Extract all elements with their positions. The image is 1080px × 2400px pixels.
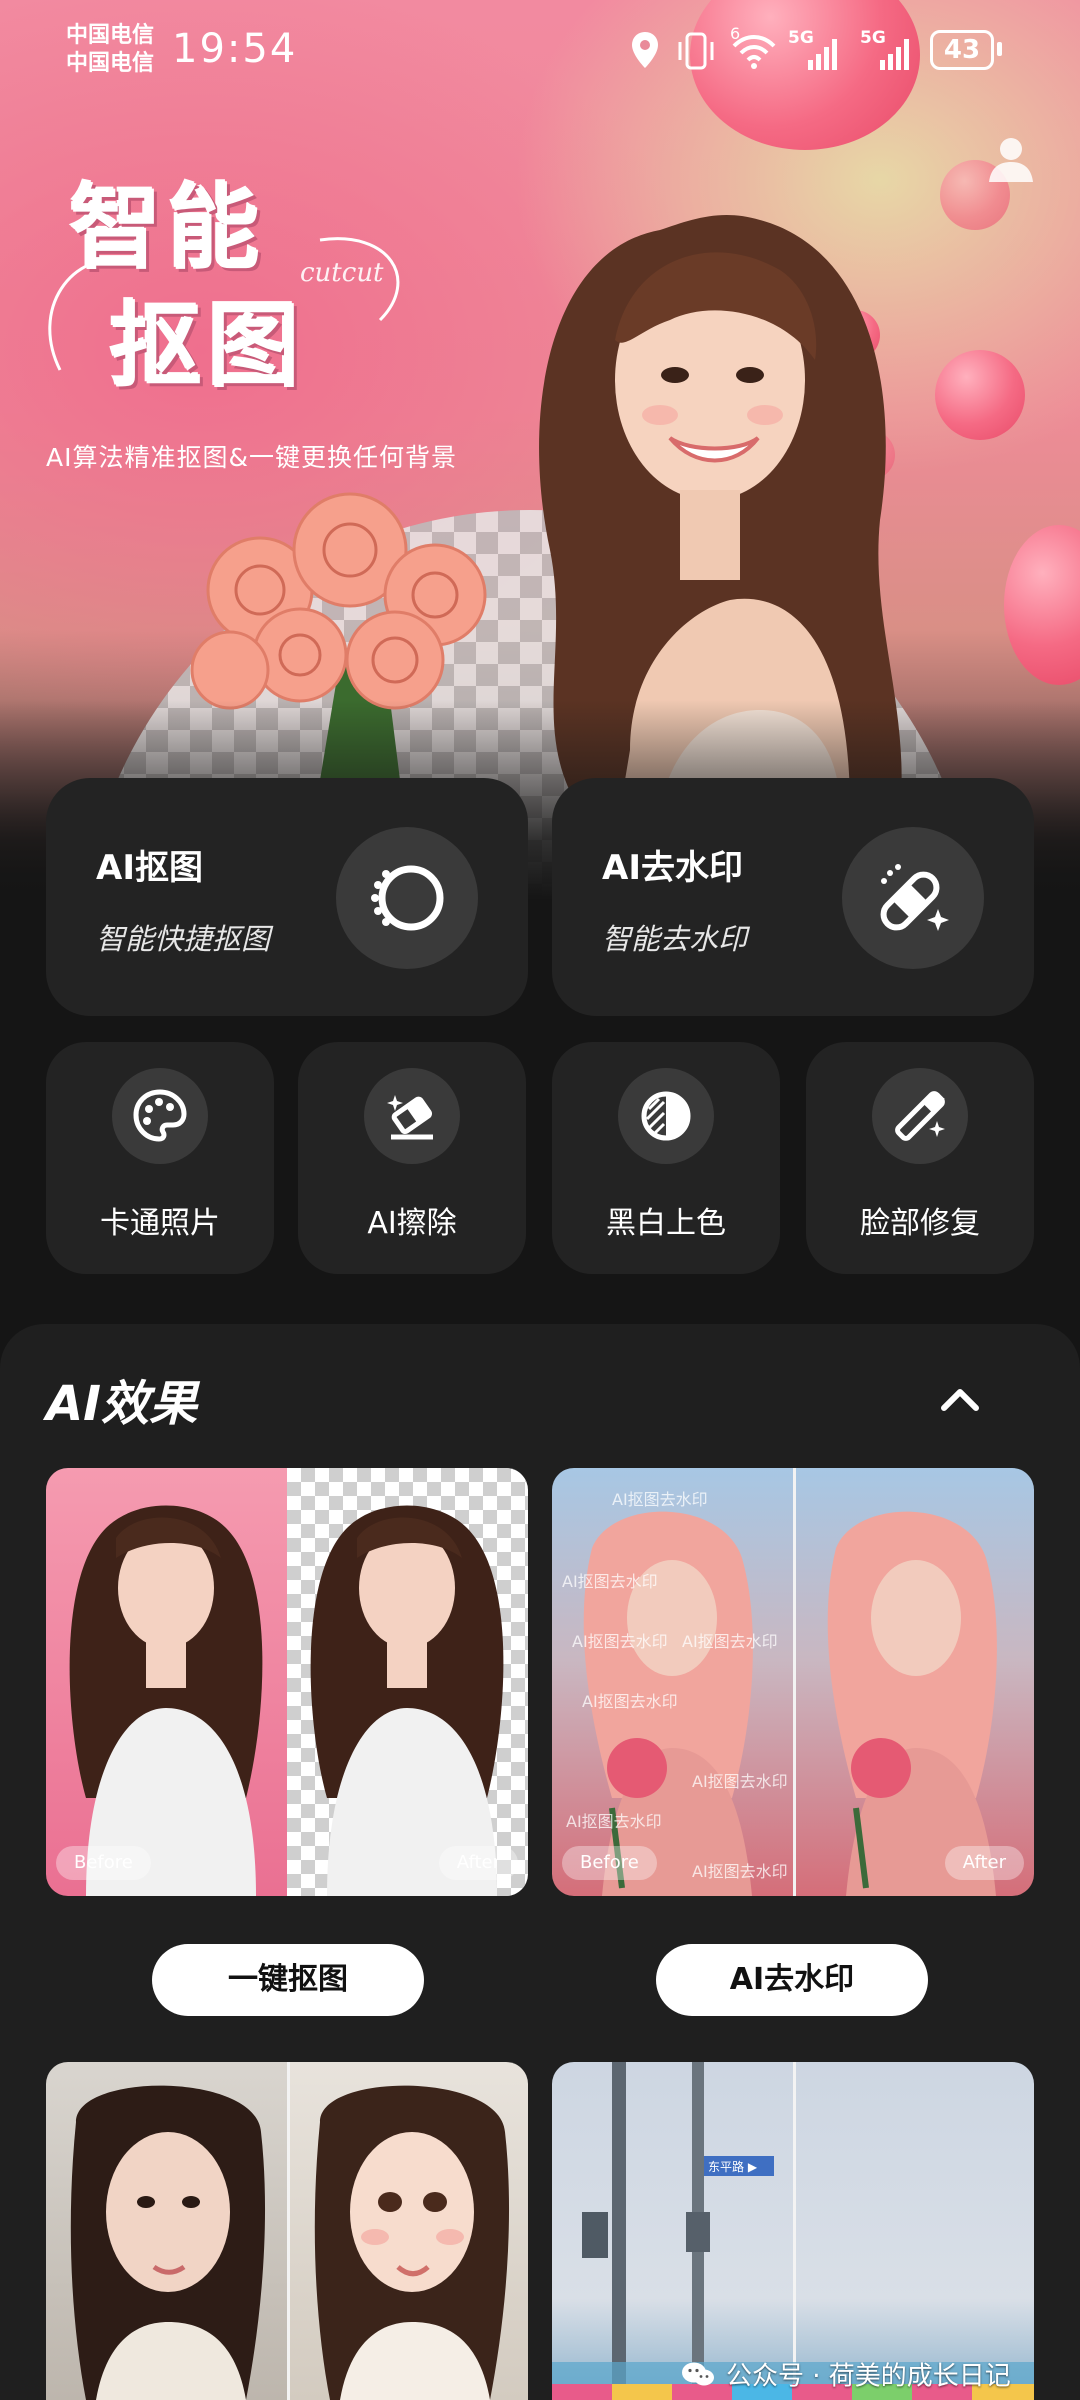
status-bar: 中国电信 中国电信 19:54 6 5G 5G 43 — [0, 0, 1080, 100]
tool-colorize[interactable]: 黑白上色 — [552, 1042, 780, 1274]
sample-portrait — [314, 2085, 510, 2400]
tool-ai-erase-label: AI擦除 — [367, 1206, 457, 1241]
balloon-decoration — [1004, 525, 1080, 685]
before-tag: Before — [56, 1846, 151, 1880]
ai-cutout-subtitle: 智能快捷抠图 — [96, 922, 271, 956]
tool-icon-circle — [618, 1068, 714, 1164]
hero-banner[interactable]: 智能 抠图 cutcut AI算法精准抠图&一键更换任何背景 — [0, 0, 1080, 900]
ai-watermark-card[interactable]: AI去水印 智能去水印 — [552, 778, 1034, 1016]
after-half — [793, 1468, 1034, 1896]
carrier-1: 中国电信 — [66, 23, 155, 48]
before-half: AI抠图去水印 AI抠图去水印 AI抠图去水印 AI抠图去水印 AI抠图去水印 … — [552, 1468, 793, 1896]
tool-colorize-label: 黑白上色 — [606, 1206, 726, 1241]
footer-credit-text: 公众号 · 荷美的成长日记 — [726, 2361, 1011, 2392]
tool-face-repair[interactable]: 脸部修复 — [806, 1042, 1034, 1274]
signal-icon-2 — [880, 39, 909, 70]
sample-portrait — [310, 1505, 504, 1896]
after-tag: After — [438, 1846, 518, 1880]
wechat-icon — [682, 2362, 714, 2385]
watermark-text: AI抠图去水印 — [682, 1632, 778, 1651]
carrier-2: 中国电信 — [66, 51, 155, 76]
after-half — [287, 2062, 528, 2400]
half-tone-circle-icon — [641, 1091, 691, 1141]
ai-cutout-icon-circle — [336, 827, 478, 969]
tool-cartoon-photo-label: 卡通照片 — [100, 1206, 220, 1241]
before-half — [46, 2062, 287, 2400]
cartoon-effect-image[interactable] — [46, 2062, 528, 2400]
erase-effect-image[interactable]: 东平路 ▶ — [552, 2062, 1034, 2400]
tool-icon-circle — [364, 1068, 460, 1164]
watermark-text: AI抠图去水印 — [572, 1632, 668, 1651]
ai-effects-title: AI效果 — [46, 1376, 198, 1432]
ai-watermark-title: AI去水印 — [602, 848, 743, 888]
tool-cartoon-photo[interactable]: 卡通照片 — [46, 1042, 274, 1274]
chevron-up-icon[interactable] — [930, 1374, 990, 1424]
sample-street-scene: 东平路 ▶ — [552, 2062, 1034, 2400]
carrier-labels: 中国电信 中国电信 — [66, 22, 154, 78]
ai-watermark-subtitle: 智能去水印 — [602, 922, 748, 956]
sample-portrait — [69, 1505, 263, 1896]
tool-icon-circle — [872, 1068, 968, 1164]
magic-wand-icon — [895, 1091, 945, 1141]
palette-icon — [133, 1089, 187, 1142]
balloon-decoration — [935, 350, 1025, 440]
hero-title-line2: 抠图 — [110, 293, 307, 400]
one-click-cutout-button[interactable]: 一键抠图 — [152, 1944, 424, 2016]
before-tag: Before — [562, 1846, 657, 1880]
status-icons: 6 5G 5G 43 — [630, 24, 1010, 76]
watermark-text: AI抠图去水印 — [692, 1862, 788, 1881]
watermark-text: AI抠图去水印 — [582, 1692, 678, 1711]
signal-icon-1 — [808, 39, 837, 70]
after-half — [287, 1468, 528, 1896]
footer-credit: 公众号 · 荷美的成长日记 — [680, 2356, 1011, 2393]
after-tag: After — [944, 1846, 1024, 1880]
watermark-text: AI抠图去水印 — [692, 1772, 788, 1791]
ai-effects-panel: AI效果 Before After AI抠图去水印 AI抠图去水印 AI抠图去水… — [0, 1324, 1080, 2400]
battery-tip — [997, 42, 1002, 56]
ai-watermark-icon-circle — [842, 827, 984, 969]
user-avatar-icon[interactable] — [985, 132, 1037, 184]
cutout-circle-icon — [371, 865, 444, 931]
street-sign-text: 东平路 ▶ — [708, 2159, 758, 2174]
watermark-text: AI抠图去水印 — [566, 1812, 662, 1831]
watermark-text: AI抠图去水印 — [562, 1572, 658, 1591]
hero-title-decoration: cutcut — [300, 258, 384, 288]
hero-title-line1: 智能 — [70, 175, 267, 282]
bandage-sparkle-icon — [880, 864, 949, 931]
vibrate-icon — [678, 32, 714, 70]
cutout-effect-image[interactable]: Before After — [46, 1468, 528, 1896]
tool-icon-circle — [112, 1068, 208, 1164]
ai-cutout-title: AI抠图 — [96, 848, 203, 888]
wifi-badge: 6 — [730, 24, 741, 43]
ai-cutout-card[interactable]: AI抠图 智能快捷抠图 — [46, 778, 528, 1016]
hero-title: 智能 抠图 — [70, 170, 370, 406]
watermark-text: AI抠图去水印 — [612, 1490, 708, 1509]
sample-portrait — [827, 1511, 997, 1896]
tool-ai-erase[interactable]: AI擦除 — [298, 1042, 526, 1274]
sample-portrait — [70, 2085, 266, 2400]
battery-indicator: 43 — [930, 30, 994, 70]
ai-remove-watermark-button[interactable]: AI去水印 — [656, 1944, 928, 2016]
clock: 19:54 — [172, 26, 298, 72]
location-icon — [632, 32, 658, 68]
hero-subtitle: AI算法精准抠图&一键更换任何背景 — [46, 443, 457, 472]
eraser-sparkle-icon — [387, 1095, 433, 1140]
tool-face-repair-label: 脸部修复 — [860, 1206, 980, 1241]
watermark-effect-image[interactable]: AI抠图去水印 AI抠图去水印 AI抠图去水印 AI抠图去水印 AI抠图去水印 … — [552, 1468, 1034, 1896]
before-half — [46, 1468, 287, 1896]
